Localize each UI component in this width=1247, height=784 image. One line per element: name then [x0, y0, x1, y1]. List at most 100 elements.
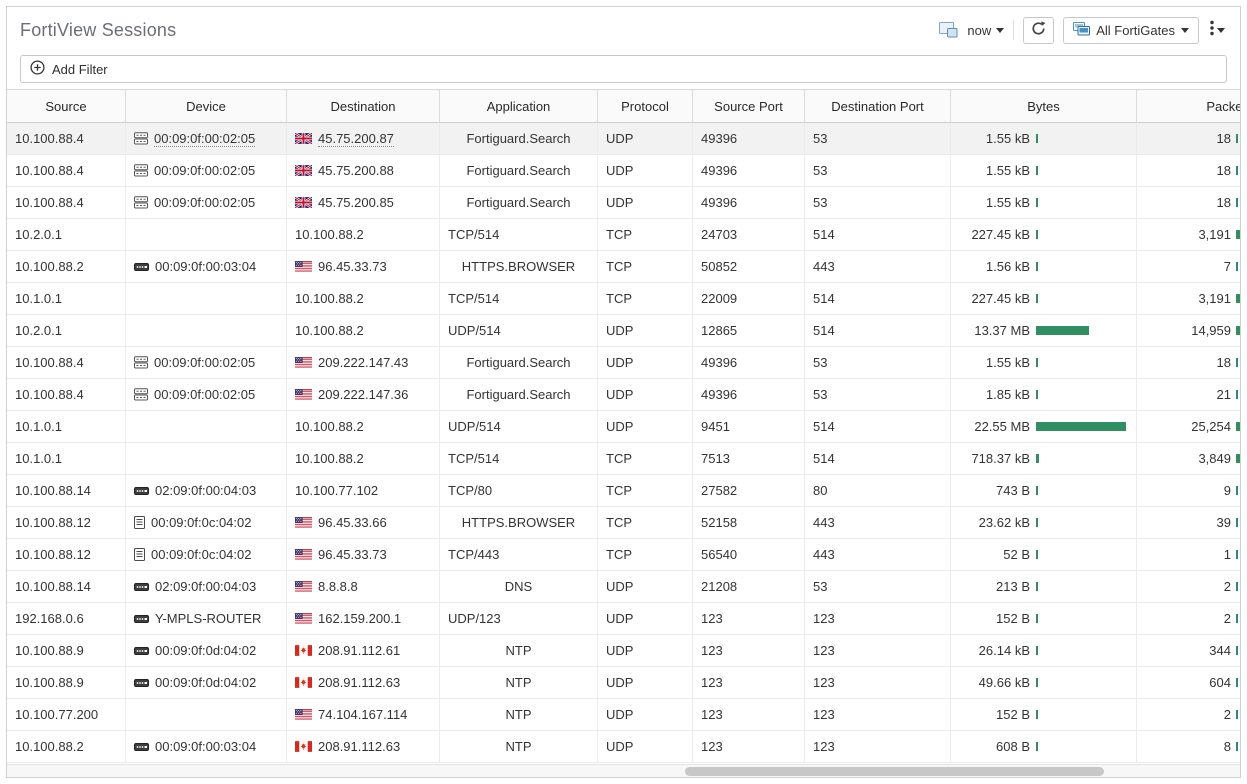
device-cell: 00:09:0f:0c:04:02 [126, 539, 287, 570]
table-row[interactable]: 10.100.88.900:09:0f:0d:04:02208.91.112.6… [7, 667, 1241, 699]
bytes-bar [1036, 678, 1038, 687]
application-cell: TCP/443 [440, 539, 598, 570]
protocol-cell: UDP [598, 347, 693, 378]
protocol-cell: UDP [598, 603, 693, 634]
column-header-application[interactable]: Application [440, 90, 598, 122]
switch-device-icon [134, 388, 148, 401]
table-row[interactable]: 10.100.88.400:09:0f:00:02:05209.222.147.… [7, 347, 1241, 379]
horizontal-scrollbar[interactable] [7, 764, 1240, 777]
device-cell: 00:09:0f:0d:04:02 [126, 635, 287, 666]
source-port-cell: 52158 [693, 507, 805, 538]
table-row[interactable]: 10.100.88.400:09:0f:00:02:0545.75.200.87… [7, 123, 1241, 155]
table-row[interactable]: 10.100.88.900:09:0f:0d:04:02208.91.112.6… [7, 635, 1241, 667]
table-row[interactable]: 10.100.88.1402:09:0f:00:04:038.8.8.8DNSU… [7, 571, 1241, 603]
device-cell: Y-MPLS-ROUTER [126, 603, 287, 634]
table-row[interactable]: 10.100.88.400:09:0f:00:02:05209.222.147.… [7, 379, 1241, 411]
switch-device-icon [134, 196, 148, 209]
table-row[interactable]: 10.1.0.110.100.88.2UDP/514UDP945151422.5… [7, 411, 1241, 443]
column-header-destination-port[interactable]: Destination Port [805, 90, 951, 122]
destination-cell: 45.75.200.85 [287, 187, 440, 218]
packets-bar [1236, 230, 1241, 239]
flag-us-icon [295, 549, 312, 560]
packets-bar [1236, 422, 1241, 431]
bytes-bar [1036, 454, 1039, 463]
destination-port-cell: 123 [805, 635, 951, 666]
column-header-bytes[interactable]: Bytes [951, 90, 1137, 122]
destination-cell: 96.45.33.66 [287, 507, 440, 538]
source-port-cell: 50852 [693, 251, 805, 282]
bytes-cell: 23.62 kB [951, 507, 1137, 538]
table-row[interactable]: 10.100.88.1200:09:0f:0c:04:0296.45.33.73… [7, 539, 1241, 571]
destination-port-cell: 514 [805, 315, 951, 346]
scrollbar-thumb[interactable] [685, 767, 1104, 776]
source-port-cell: 123 [693, 731, 805, 762]
sessions-table: Source Device Destination Application Pr… [7, 89, 1241, 763]
time-range-label: now [967, 23, 991, 38]
flag-gb-icon [295, 133, 312, 144]
packets-bar [1236, 550, 1238, 559]
column-header-protocol[interactable]: Protocol [598, 90, 693, 122]
destination-cell: 10.100.77.102 [287, 475, 440, 506]
table-row[interactable]: 10.1.0.110.100.88.2TCP/514TCP22009514227… [7, 283, 1241, 315]
protocol-cell: TCP [598, 283, 693, 314]
packets-bar [1236, 486, 1238, 495]
bytes-bar [1036, 294, 1038, 303]
table-row[interactable]: 10.100.77.20074.104.167.114NTPUDP1231231… [7, 699, 1241, 731]
application-cell: UDP/123 [440, 603, 598, 634]
application-cell: TCP/80 [440, 475, 598, 506]
protocol-cell: UDP [598, 571, 693, 602]
column-header-source[interactable]: Source [7, 90, 126, 122]
table-row[interactable]: 10.1.0.110.100.88.2TCP/514TCP7513514718.… [7, 443, 1241, 475]
table-row[interactable]: 10.100.88.1200:09:0f:0c:04:0296.45.33.66… [7, 507, 1241, 539]
destination-cell: 74.104.167.114 [287, 699, 440, 730]
popout-icon[interactable] [939, 22, 958, 38]
destination-port-cell: 514 [805, 411, 951, 442]
add-filter-bar[interactable]: Add Filter [20, 55, 1227, 83]
packets-bar [1236, 518, 1238, 527]
table-row[interactable]: 10.100.88.200:09:0f:00:03:04208.91.112.6… [7, 731, 1241, 763]
application-cell: Fortiguard.Search [440, 379, 598, 410]
destination-port-cell: 53 [805, 379, 951, 410]
bytes-bar [1036, 550, 1038, 559]
column-header-source-port[interactable]: Source Port [693, 90, 805, 122]
device-cell: 00:09:0f:00:02:05 [126, 379, 287, 410]
destination-port-cell: 123 [805, 603, 951, 634]
column-header-destination[interactable]: Destination [287, 90, 440, 122]
time-range-dropdown[interactable]: now [967, 23, 1004, 38]
packets-cell: 18 [1137, 123, 1241, 154]
destination-port-cell: 53 [805, 123, 951, 154]
destination-cell: 10.100.88.2 [287, 283, 440, 314]
refresh-button[interactable] [1023, 17, 1054, 44]
packets-bar [1236, 742, 1238, 751]
table-row[interactable]: 10.100.88.200:09:0f:00:03:0496.45.33.73H… [7, 251, 1241, 283]
list-device-icon [134, 516, 145, 529]
bytes-cell: 1.85 kB [951, 379, 1137, 410]
table-row[interactable]: 10.100.88.1402:09:0f:00:04:0310.100.77.1… [7, 475, 1241, 507]
flag-us-icon [295, 389, 312, 400]
destination-port-cell: 123 [805, 731, 951, 762]
packets-cell: 344 [1137, 635, 1241, 666]
fortigates-icon [1073, 22, 1090, 39]
table-body: 10.100.88.400:09:0f:00:02:0545.75.200.87… [7, 123, 1241, 763]
bytes-cell: 1.56 kB [951, 251, 1137, 282]
settings-menu-button[interactable] [1208, 18, 1227, 43]
packets-cell: 3,849 [1137, 443, 1241, 474]
destination-cell: 209.222.147.36 [287, 379, 440, 410]
bytes-bar [1036, 614, 1038, 623]
column-header-device[interactable]: Device [126, 90, 287, 122]
table-row[interactable]: 192.168.0.6Y-MPLS-ROUTER162.159.200.1UDP… [7, 603, 1241, 635]
packets-cell: 18 [1137, 347, 1241, 378]
bytes-cell: 152 B [951, 603, 1137, 634]
source-port-cell: 21208 [693, 571, 805, 602]
table-row[interactable]: 10.100.88.400:09:0f:00:02:0545.75.200.88… [7, 155, 1241, 187]
column-header-packets[interactable]: Packets [1137, 90, 1241, 122]
protocol-cell: UDP [598, 187, 693, 218]
bytes-cell: 227.45 kB [951, 219, 1137, 250]
table-row[interactable]: 10.2.0.110.100.88.2UDP/514UDP1286551413.… [7, 315, 1241, 347]
fortigate-selector-button[interactable]: All FortiGates [1063, 17, 1199, 44]
device-cell: 00:09:0f:00:02:05 [126, 187, 287, 218]
source-port-cell: 123 [693, 603, 805, 634]
toolbar: FortiView Sessions now [7, 7, 1240, 53]
table-row[interactable]: 10.2.0.110.100.88.2TCP/514TCP24703514227… [7, 219, 1241, 251]
table-row[interactable]: 10.100.88.400:09:0f:00:02:0545.75.200.85… [7, 187, 1241, 219]
